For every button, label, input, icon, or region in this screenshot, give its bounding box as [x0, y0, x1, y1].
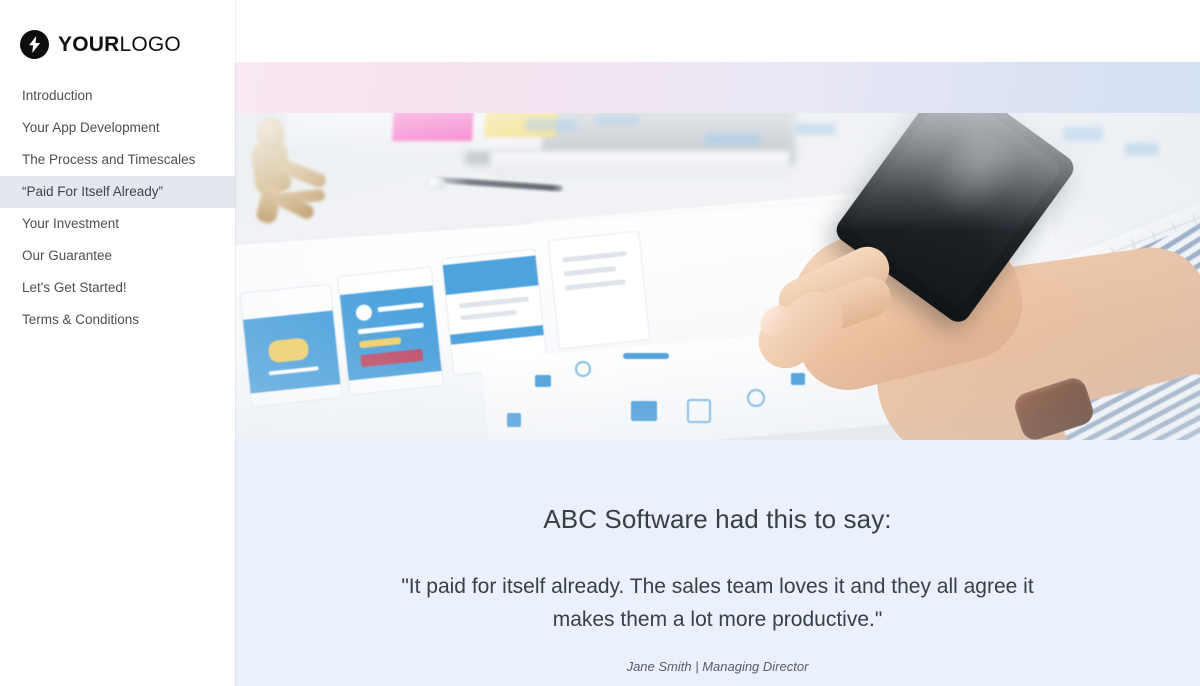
lightning-bolt-icon [20, 29, 49, 59]
main-content: ABC Software had this to say: "It paid f… [235, 0, 1200, 686]
logo-text-bold: YOUR [58, 32, 120, 56]
sidebar-nav: Introduction Your App Development The Pr… [0, 80, 235, 336]
sidebar-item-paid-for-itself-already[interactable]: “Paid For Itself Already” [0, 176, 235, 208]
logo-text-light: LOGO [119, 32, 181, 56]
sidebar-item-the-process-and-timescales[interactable]: The Process and Timescales [0, 144, 235, 176]
testimonial-attribution: Jane Smith | Managing Director [626, 659, 809, 674]
photo-vignette-overlay [235, 113, 1200, 440]
gradient-strip [235, 62, 1200, 113]
sidebar: YOURLOGO Introduction Your App Developme… [0, 0, 235, 686]
sidebar-item-our-guarantee[interactable]: Our Guarantee [0, 240, 235, 272]
proposal-page: YOURLOGO Introduction Your App Developme… [0, 0, 1200, 686]
sidebar-item-your-investment[interactable]: Your Investment [0, 208, 235, 240]
sidebar-item-your-app-development[interactable]: Your App Development [0, 112, 235, 144]
testimonial-heading: ABC Software had this to say: [543, 504, 892, 534]
sidebar-item-terms-and-conditions[interactable]: Terms & Conditions [0, 304, 235, 336]
sidebar-item-introduction[interactable]: Introduction [0, 80, 235, 112]
sidebar-item-lets-get-started[interactable]: Let's Get Started! [0, 272, 235, 304]
hero-photo [235, 113, 1200, 440]
logo[interactable]: YOURLOGO [0, 0, 235, 62]
top-white-space [235, 0, 1200, 62]
testimonial-section: ABC Software had this to say: "It paid f… [235, 440, 1200, 686]
testimonial-quote: "It paid for itself already. The sales t… [401, 575, 1034, 631]
logo-text: YOURLOGO [58, 34, 181, 55]
